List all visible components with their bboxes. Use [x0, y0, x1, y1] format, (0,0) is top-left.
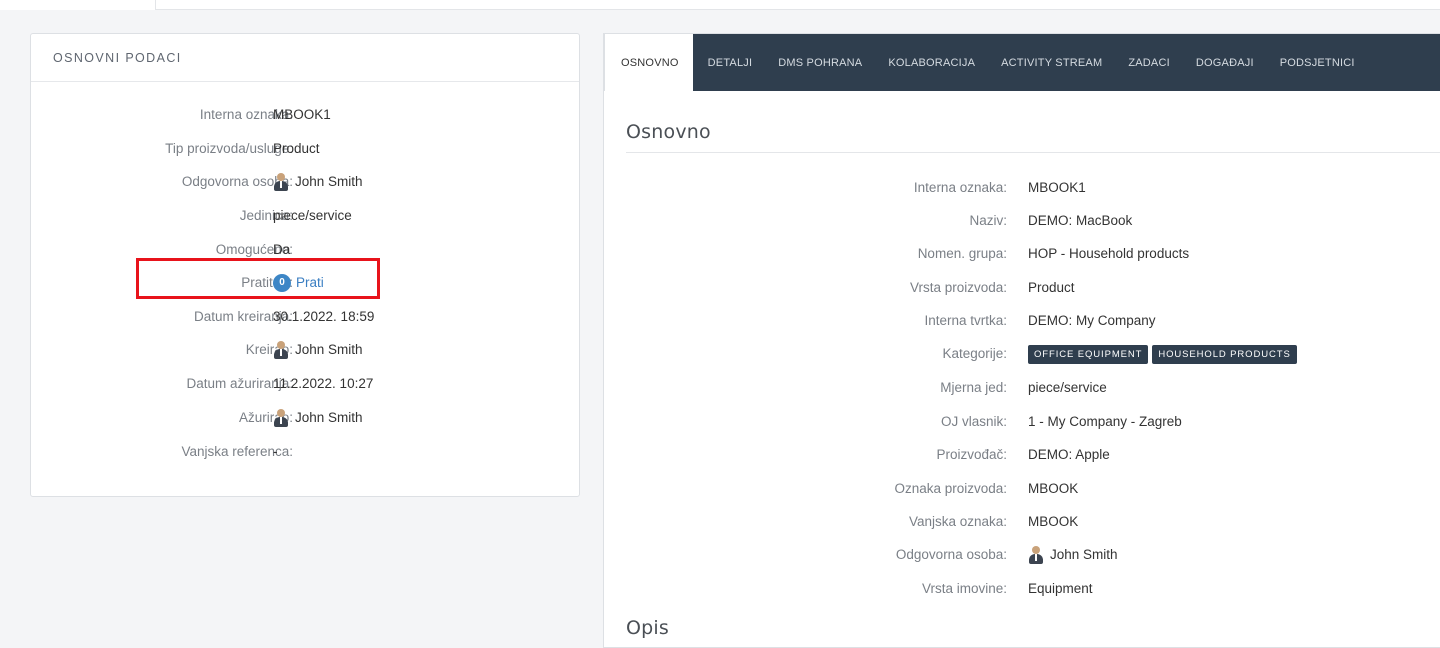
tab-osnovno[interactable]: OSNOVNO [604, 34, 693, 91]
follow-button[interactable]: 0 Prati [273, 274, 324, 292]
detail-panel: OSNOVNO DETALJI DMS POHRANA KOLABORACIJA… [603, 33, 1440, 648]
rfield-mjerna-jed: Mjerna jed: piece/service [604, 379, 1440, 412]
user-avatar-icon [1028, 546, 1044, 564]
field-label: Mjerna jed: [940, 380, 1007, 395]
user-avatar-icon [273, 173, 289, 191]
rfield-odgovorna-osoba: Odgovorna osoba: John Smith [604, 546, 1440, 579]
rfield-vrsta-imovine: Vrsta imovine: Equipment [604, 580, 1440, 613]
field-value: piece/service [273, 208, 352, 223]
field-value: Product [273, 141, 320, 156]
field-jedinica: Jedinica: piece/service [31, 207, 579, 241]
field-label: Interna tvrtka: [924, 313, 1007, 328]
user-name: John Smith [295, 342, 363, 357]
field-value: piece/service [1028, 380, 1107, 395]
field-value: MBOOK1 [273, 107, 331, 122]
user-link[interactable]: John Smith [273, 409, 363, 427]
rfield-kategorije: Kategorije: OFFICE EQUIPMENT HOUSEHOLD P… [604, 345, 1440, 378]
field-pratitelji: Pratitelji: 0 Prati [31, 274, 579, 308]
tab-activity-stream[interactable]: ACTIVITY STREAM [988, 34, 1115, 91]
field-value: MBOOK [1028, 481, 1079, 496]
rfield-vrsta-proizvoda: Vrsta proizvoda: Product [604, 279, 1440, 312]
field-datum-azuriranja: Datum ažuriranja: 11.2.2022. 10:27 [31, 375, 579, 409]
category-tags: OFFICE EQUIPMENT HOUSEHOLD PRODUCTS [1028, 345, 1301, 364]
rfield-interna-tvrtka: Interna tvrtka: DEMO: My Company [604, 312, 1440, 345]
tab-podsjetnici[interactable]: PODSJETNICI [1267, 34, 1368, 91]
field-value: MBOOK [1028, 514, 1079, 529]
field-label: Oznaka proizvoda: [894, 481, 1007, 496]
basic-info-card: OSNOVNI PODACI Interna oznaka: MBOOK1 Ti… [30, 33, 580, 497]
field-interna-oznaka: Interna oznaka: MBOOK1 [31, 106, 579, 140]
rfield-proizvodac: Proizvođač: DEMO: Apple [604, 446, 1440, 479]
field-label: Vrsta proizvoda: [909, 280, 1007, 295]
field-azurirao: Ažurirao: John Smith [31, 409, 579, 443]
rfield-naziv: Naziv: DEMO: MacBook [604, 212, 1440, 245]
tab-dms-pohrana[interactable]: DMS POHRANA [765, 34, 875, 91]
field-value: Da [273, 242, 291, 257]
rfield-oj-vlasnik: OJ vlasnik: 1 - My Company - Zagreb [604, 413, 1440, 446]
field-value: Product [1028, 280, 1075, 295]
user-link[interactable]: John Smith [273, 341, 363, 359]
rfield-interna-oznaka: Interna oznaka: MBOOK1 [604, 179, 1440, 212]
basic-info-card-title: OSNOVNI PODACI [31, 34, 579, 82]
user-name: John Smith [295, 174, 363, 189]
top-tab-edge [0, 0, 156, 10]
tab-zadaci[interactable]: ZADACI [1115, 34, 1183, 91]
section-title-opis: Opis [626, 617, 669, 639]
field-label: Odgovorna osoba: [895, 547, 1007, 562]
field-label: Vanjska oznaka: [908, 514, 1007, 529]
rfield-vanjska-oznaka: Vanjska oznaka: MBOOK [604, 513, 1440, 546]
field-label: Vrsta imovine: [921, 581, 1007, 596]
field-label: Nomen. grupa: [917, 246, 1007, 261]
field-label: Proizvođač: [936, 447, 1007, 462]
category-tag[interactable]: OFFICE EQUIPMENT [1028, 345, 1149, 364]
tab-bar: OSNOVNO DETALJI DMS POHRANA KOLABORACIJA… [604, 34, 1440, 91]
field-label: Kategorije: [942, 346, 1007, 361]
rfield-oznaka-proizvoda: Oznaka proizvoda: MBOOK [604, 480, 1440, 513]
field-value: DEMO: MacBook [1028, 213, 1133, 228]
field-odgovorna-osoba: Odgovorna osoba: John Smith [31, 173, 579, 207]
user-avatar-icon [273, 409, 289, 427]
tab-detalji[interactable]: DETALJI [693, 34, 766, 91]
follow-link[interactable]: Prati [296, 274, 324, 292]
field-value: HOP - Household products [1028, 246, 1190, 261]
field-value: - [273, 444, 278, 459]
field-datum-kreiranja: Datum kreiranja: 30.1.2022. 18:59 [31, 308, 579, 342]
field-label: Naziv: [969, 213, 1007, 228]
user-name: John Smith [1050, 547, 1118, 562]
user-avatar-icon [273, 341, 289, 359]
field-value: DEMO: Apple [1028, 447, 1110, 462]
field-value: 1 - My Company - Zagreb [1028, 414, 1182, 429]
field-label: OJ vlasnik: [940, 414, 1007, 429]
field-tip-proizvoda: Tip proizvoda/usluge: Product [31, 140, 579, 174]
field-omoguceno: Omogućeno: Da [31, 241, 579, 275]
tab-dogadaji[interactable]: DOGAĐAJI [1183, 34, 1267, 91]
field-value: MBOOK1 [1028, 180, 1086, 195]
section-title-osnovno: Osnovno [626, 121, 711, 143]
category-tag[interactable]: HOUSEHOLD PRODUCTS [1152, 345, 1297, 364]
user-name: John Smith [295, 410, 363, 425]
field-label: Interna oznaka: [913, 180, 1007, 195]
tab-kolaboracija[interactable]: KOLABORACIJA [875, 34, 988, 91]
field-vanjska-referenca: Vanjska referenca: - [31, 443, 579, 477]
user-link[interactable]: John Smith [1028, 546, 1118, 564]
field-value: 30.1.2022. 18:59 [273, 309, 375, 324]
user-link[interactable]: John Smith [273, 173, 363, 191]
top-tab-strip [0, 0, 1440, 10]
field-value: Equipment [1028, 581, 1093, 596]
followers-count-badge: 0 [273, 274, 291, 292]
company-link[interactable]: DEMO: My Company [1028, 312, 1156, 330]
section-divider [626, 152, 1440, 153]
field-kreirao: Kreirao: John Smith [31, 341, 579, 375]
field-value: 11.2.2022. 10:27 [273, 376, 374, 391]
rfield-nomen-grupa: Nomen. grupa: HOP - Household products [604, 245, 1440, 278]
